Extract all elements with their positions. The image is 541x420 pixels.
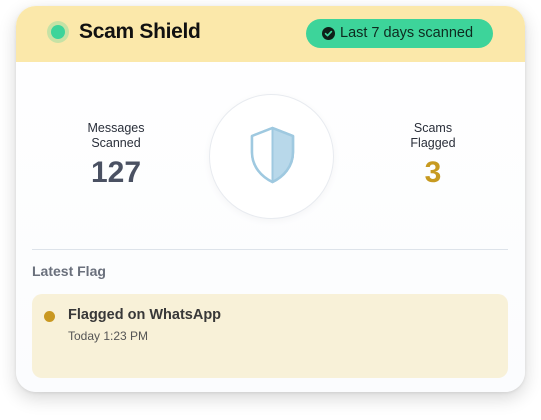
latest-flag-item[interactable]: Flagged on WhatsApp Today 1:23 PM bbox=[32, 294, 508, 378]
check-circle-icon bbox=[322, 27, 335, 40]
flag-timestamp: Today 1:23 PM bbox=[68, 329, 149, 343]
scams-flagged-value: 3 bbox=[424, 156, 442, 189]
scams-flagged-label: Scams Flagged bbox=[363, 121, 503, 151]
card-header: Scam Shield Last 7 days scanned bbox=[16, 6, 525, 62]
section-divider bbox=[32, 249, 508, 250]
messages-scanned-value: 127 bbox=[90, 156, 142, 189]
flag-title: Flagged on WhatsApp bbox=[68, 307, 222, 323]
messages-scanned-label: Messages Scanned bbox=[46, 121, 186, 151]
scan-period-badge[interactable]: Last 7 days scanned bbox=[306, 19, 493, 48]
status-dot-icon bbox=[51, 25, 65, 39]
scams-flagged-label-text: Scams Flagged bbox=[410, 121, 456, 150]
latest-flag-heading: Latest Flag bbox=[32, 263, 106, 279]
messages-scanned-stat: Messages Scanned 127 bbox=[46, 121, 186, 190]
messages-scanned-label-text: Messages Scanned bbox=[87, 121, 145, 150]
shield-icon bbox=[250, 126, 295, 184]
app-title: Scam Shield bbox=[79, 20, 201, 43]
flag-status-dot-icon bbox=[44, 311, 55, 322]
badge-label: Last 7 days scanned bbox=[340, 25, 474, 41]
scams-flagged-stat: Scams Flagged 3 bbox=[363, 121, 503, 190]
shield-badge bbox=[209, 94, 334, 219]
scam-shield-card: Scam Shield Last 7 days scanned Messages… bbox=[16, 6, 525, 392]
